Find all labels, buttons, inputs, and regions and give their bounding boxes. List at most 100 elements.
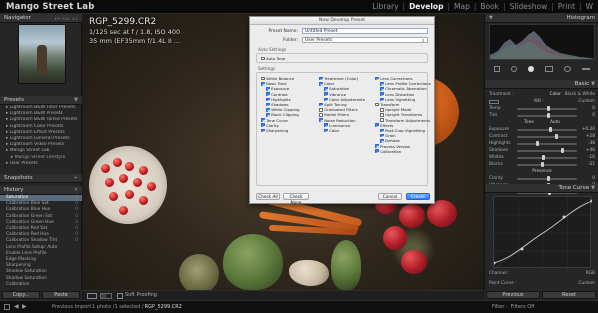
slider-handle[interactable] <box>542 155 546 160</box>
module-develop[interactable]: Develop <box>408 2 444 11</box>
point-curve-value[interactable]: Custom <box>579 281 595 286</box>
photo-count: 1 photo /1 selected / <box>92 304 144 310</box>
checkbox-box <box>319 107 323 112</box>
adjustment-value[interactable]: +46 <box>581 148 595 153</box>
snapshots-header[interactable]: Snapshots + <box>0 174 82 183</box>
module-book[interactable]: Book <box>479 2 500 11</box>
adjustment-slider[interactable] <box>517 148 577 153</box>
checkbox-box <box>319 81 323 86</box>
before-after-icon[interactable] <box>100 293 112 299</box>
module-web[interactable]: W <box>585 2 594 11</box>
adjustment-value[interactable]: -38 <box>581 141 595 146</box>
slider-handle[interactable] <box>541 162 544 167</box>
histogram-header[interactable]: ▼ Histogram <box>485 14 598 23</box>
adjustment-slider[interactable] <box>517 141 577 146</box>
grid-view-icon[interactable] <box>4 304 10 310</box>
radial-filter-icon[interactable] <box>563 66 571 72</box>
channel-value[interactable]: RGB <box>586 271 595 276</box>
slider-handle[interactable] <box>547 176 550 181</box>
adjustment-slider[interactable] <box>517 134 577 139</box>
module-slideshow[interactable]: Slideshow <box>509 2 549 11</box>
tone-label: Tone <box>524 120 534 125</box>
previous-import-label[interactable]: Previous Import <box>52 304 91 310</box>
adjustment-slider[interactable] <box>517 106 577 111</box>
setting-checkbox[interactable]: Post-Crop Vignetting <box>375 128 429 133</box>
tone-sliders: Exposure +0.20 Contrast +28 Highlights -38 Sha… <box>485 126 598 168</box>
history-header[interactable]: History ✕ <box>0 186 82 195</box>
setting-checkbox[interactable]: Calibration <box>375 149 429 154</box>
histogram[interactable] <box>489 24 595 60</box>
module-map[interactable]: Map <box>453 2 471 11</box>
adjustment-label: Highlights <box>489 141 511 146</box>
zoom-fill[interactable]: FILL <box>62 16 70 21</box>
auto-tone-checkbox[interactable]: Auto Tone <box>261 56 285 61</box>
adjustment-value[interactable]: +28 <box>581 134 595 139</box>
histogram-graph <box>490 31 594 59</box>
adjustment-value[interactable]: 0 <box>581 113 595 118</box>
adjustment-value[interactable]: -21 <box>581 162 595 167</box>
expand-triangle-icon: ▼ <box>74 97 78 103</box>
history-item[interactable]: Calibration <box>0 282 82 288</box>
treatment-color[interactable]: Color <box>550 92 561 97</box>
slider-handle[interactable] <box>560 148 564 153</box>
adjustment-slider[interactable] <box>517 176 577 181</box>
filter-control[interactable]: Filter : Filters Off <box>492 304 535 310</box>
adjustment-slider[interactable] <box>517 155 577 160</box>
navigator-preview[interactable] <box>18 24 66 84</box>
module-library[interactable]: Library <box>371 2 399 11</box>
create-button[interactable]: Create <box>406 193 430 200</box>
reset-button[interactable]: Reset <box>542 291 596 299</box>
image-view[interactable]: RGP_5299.CR2 1/125 sec at f / 1.8, ISO 4… <box>83 14 483 290</box>
presets-header[interactable]: Presets ▼ <box>0 96 82 105</box>
treatment-bw[interactable]: Black & White <box>565 92 595 97</box>
adjustment-value[interactable]: 0 <box>581 176 595 181</box>
wb-value[interactable]: Custom <box>579 99 595 104</box>
wb-eyedropper-icon[interactable] <box>489 99 499 104</box>
adjustment-slider[interactable] <box>517 127 577 132</box>
zoom-fit[interactable]: FIT <box>55 16 61 21</box>
adjustment-brush-icon[interactable] <box>581 68 590 70</box>
adjustment-value[interactable]: 0 <box>581 106 595 111</box>
loupe-view-icon[interactable] <box>87 293 97 299</box>
graduated-filter-icon[interactable] <box>544 66 553 72</box>
adjustment-value[interactable]: -16 <box>581 155 595 160</box>
basic-header[interactable]: Basic ▼ <box>485 80 598 89</box>
setting-checkbox[interactable]: Color <box>319 128 375 133</box>
treatment-label: Treatment : <box>489 92 514 97</box>
copy-button[interactable]: Copy... <box>2 291 40 299</box>
check-none-button[interactable]: Check None <box>283 193 309 205</box>
slider-handle[interactable] <box>549 127 553 132</box>
tone-auto-button[interactable]: Auto <box>550 120 560 125</box>
slider-handle[interactable] <box>547 106 550 111</box>
adjustment-value[interactable]: +0.20 <box>581 127 595 132</box>
cancel-button[interactable]: Cancel <box>378 193 402 200</box>
tone-curve-graph[interactable] <box>492 196 594 270</box>
back-arrow-icon[interactable]: ◀ <box>14 303 19 310</box>
previous-button[interactable]: Previous <box>486 291 540 299</box>
adjustment-slider[interactable] <box>517 162 577 167</box>
tone-curve-header[interactable]: Tone Curve ▼ <box>485 184 598 193</box>
soft-proofing-checkbox[interactable] <box>117 293 123 299</box>
navigator-header[interactable]: Navigator FIT FILL 1:1 <box>0 14 82 23</box>
treatment-row: Treatment : Color Black & White <box>485 91 598 98</box>
module-print[interactable]: Print <box>557 2 576 11</box>
slider-handle[interactable] <box>535 141 539 146</box>
zoom-1-1[interactable]: 1:1 <box>72 16 78 21</box>
slider-handle[interactable] <box>555 134 559 139</box>
adjustment-slider[interactable] <box>517 113 577 118</box>
check-all-button[interactable]: Check All <box>256 193 280 200</box>
preset-folder-label: Lightroom B&W Filter Presets <box>9 105 76 110</box>
forward-arrow-icon[interactable]: ▶ <box>22 303 27 310</box>
preset-name-input[interactable]: Untitled Preset <box>302 28 428 34</box>
add-snapshot-icon[interactable]: + <box>74 175 78 181</box>
clear-history-icon[interactable]: ✕ <box>74 187 78 193</box>
folder-select[interactable]: User Presets ⇕ <box>302 37 428 43</box>
pear <box>331 240 361 290</box>
spot-removal-icon[interactable] <box>511 66 518 72</box>
crop-tool-icon[interactable] <box>494 66 501 72</box>
slider-handle[interactable] <box>547 113 550 118</box>
red-eye-icon[interactable] <box>528 66 535 72</box>
setting-checkbox[interactable]: Sharpening <box>261 128 317 133</box>
paste-button[interactable]: Paste <box>42 291 80 299</box>
preset-folder[interactable]: ▸ User Presets <box>6 161 82 167</box>
